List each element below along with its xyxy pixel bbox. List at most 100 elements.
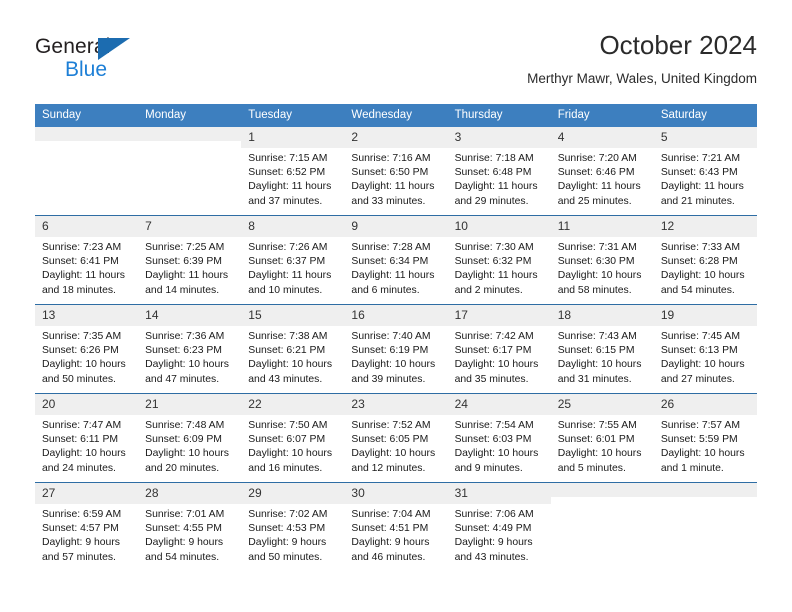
calendar-day-cell[interactable]: 30 Sunrise: 7:04 AM Sunset: 4:51 PM Dayligh… bbox=[344, 482, 448, 571]
calendar-day-cell[interactable]: 20 Sunrise: 7:47 AM Sunset: 6:11 PM Dayligh… bbox=[35, 393, 139, 483]
calendar-day-cell[interactable]: 8 Sunrise: 7:26 AM Sunset: 6:37 PM Daylight… bbox=[241, 215, 345, 305]
calendar-day-cell[interactable]: 25 Sunrise: 7:55 AM Sunset: 6:01 PM Dayligh… bbox=[550, 393, 654, 483]
calendar-day-cell[interactable]: 26 Sunrise: 7:57 AM Sunset: 5:59 PM Dayligh… bbox=[653, 393, 757, 483]
calendar-empty-cell bbox=[138, 127, 242, 216]
day-detail-line: Sunset: 6:37 PM bbox=[248, 256, 326, 268]
day-detail-line: Daylight: 9 hours bbox=[42, 537, 120, 549]
calendar-day-cell[interactable]: 18 Sunrise: 7:43 AM Sunset: 6:15 PM Dayligh… bbox=[550, 304, 654, 394]
calendar-day-cell[interactable]: 22 Sunrise: 7:50 AM Sunset: 6:07 PM Dayligh… bbox=[241, 393, 345, 483]
day-detail-line: Daylight: 10 hours bbox=[248, 359, 333, 371]
calendar-week-row: 27 Sunrise: 6:59 AM Sunset: 4:57 PM Dayligh… bbox=[35, 482, 757, 571]
calendar-day-cell[interactable]: 2 Sunrise: 7:16 AM Sunset: 6:50 PM Daylight… bbox=[344, 127, 448, 216]
calendar-day-cell[interactable]: 3 Sunrise: 7:18 AM Sunset: 6:48 PM Daylight… bbox=[447, 127, 551, 216]
calendar-day-cell[interactable]: 6 Sunrise: 7:23 AM Sunset: 6:41 PM Daylight… bbox=[35, 215, 139, 305]
calendar-empty-cell bbox=[653, 482, 757, 571]
day-detail-line: and 47 minutes. bbox=[145, 373, 220, 385]
day-detail-line: Sunset: 6:01 PM bbox=[557, 434, 635, 446]
calendar-day-cell[interactable]: 9 Sunrise: 7:28 AM Sunset: 6:34 PM Daylight… bbox=[344, 215, 448, 305]
day-detail-line: Daylight: 10 hours bbox=[660, 448, 745, 460]
day-number: 20 bbox=[35, 394, 139, 415]
day-number: 29 bbox=[241, 483, 345, 504]
weekday-header-tuesday: Tuesday bbox=[241, 104, 345, 127]
day-detail-line: Daylight: 10 hours bbox=[454, 359, 539, 371]
day-detail-line: and 14 minutes. bbox=[145, 284, 220, 296]
day-details: Sunrise: 7:02 AM Sunset: 4:53 PM Daylight:… bbox=[241, 504, 344, 565]
day-number: 28 bbox=[138, 483, 242, 504]
day-number: 7 bbox=[138, 216, 242, 237]
day-detail-line: and 2 minutes. bbox=[454, 284, 523, 296]
calendar-day-cell[interactable]: 16 Sunrise: 7:40 AM Sunset: 6:19 PM Dayligh… bbox=[344, 304, 448, 394]
day-detail-line: Daylight: 11 hours bbox=[42, 270, 125, 282]
calendar-day-cell[interactable]: 21 Sunrise: 7:48 AM Sunset: 6:09 PM Dayligh… bbox=[138, 393, 242, 483]
day-detail-line: Sunset: 6:50 PM bbox=[351, 167, 429, 179]
calendar-empty-cell bbox=[550, 482, 654, 571]
day-detail-line: Daylight: 10 hours bbox=[557, 359, 642, 371]
day-details: Sunrise: 7:50 AM Sunset: 6:07 PM Daylight:… bbox=[241, 415, 344, 476]
day-detail-line: Daylight: 11 hours bbox=[351, 181, 435, 193]
calendar-day-cell[interactable]: 10 Sunrise: 7:30 AM Sunset: 6:32 PM Dayligh… bbox=[447, 215, 551, 305]
day-detail-line: Sunset: 6:09 PM bbox=[145, 434, 222, 446]
day-detail-line: and 43 minutes. bbox=[454, 551, 529, 563]
calendar-day-cell[interactable]: 28 Sunrise: 7:01 AM Sunset: 4:55 PM Dayligh… bbox=[138, 482, 242, 571]
calendar-day-cell[interactable]: 19 Sunrise: 7:45 AM Sunset: 6:13 PM Dayligh… bbox=[653, 304, 757, 394]
day-detail-line: and 37 minutes. bbox=[248, 195, 323, 207]
day-detail-line: Daylight: 10 hours bbox=[145, 448, 229, 460]
day-details: Sunrise: 7:15 AM Sunset: 6:52 PM Daylight:… bbox=[241, 148, 344, 209]
weekday-header-thursday: Thursday bbox=[447, 104, 551, 127]
calendar-day-cell[interactable]: 12 Sunrise: 7:33 AM Sunset: 6:28 PM Dayligh… bbox=[653, 215, 757, 305]
calendar-day-cell[interactable]: 29 Sunrise: 7:02 AM Sunset: 4:53 PM Dayligh… bbox=[241, 482, 345, 571]
day-detail-line: Sunset: 6:07 PM bbox=[248, 434, 326, 446]
page-subtitle: Merthyr Mawr, Wales, United Kingdom bbox=[527, 71, 757, 86]
day-detail-line: Sunrise: 7:15 AM bbox=[248, 153, 328, 164]
day-detail-line: Sunset: 6:26 PM bbox=[42, 345, 119, 357]
calendar-day-cell[interactable]: 13 Sunrise: 7:35 AM Sunset: 6:26 PM Dayligh… bbox=[35, 304, 139, 394]
calendar-day-cell[interactable]: 17 Sunrise: 7:42 AM Sunset: 6:17 PM Dayligh… bbox=[447, 304, 551, 394]
day-details: Sunrise: 6:59 AM Sunset: 4:57 PM Daylight:… bbox=[35, 504, 138, 565]
day-detail-line: Sunset: 6:39 PM bbox=[145, 256, 222, 268]
day-detail-line: Daylight: 11 hours bbox=[557, 181, 641, 193]
day-detail-line: and 10 minutes. bbox=[248, 284, 323, 296]
calendar-day-cell[interactable]: 24 Sunrise: 7:54 AM Sunset: 6:03 PM Dayligh… bbox=[447, 393, 551, 483]
day-number: 25 bbox=[550, 394, 654, 415]
calendar-page: General Blue October 2024 Merthyr Mawr, … bbox=[0, 0, 792, 612]
day-detail-line: Sunset: 6:52 PM bbox=[248, 167, 326, 179]
weekday-header-row: Sunday Monday Tuesday Wednesday Thursday… bbox=[35, 104, 757, 127]
day-detail-line: and 6 minutes. bbox=[351, 284, 420, 296]
day-number: 11 bbox=[550, 216, 654, 237]
calendar-day-cell[interactable]: 23 Sunrise: 7:52 AM Sunset: 6:05 PM Dayligh… bbox=[344, 393, 448, 483]
day-detail-line: and 24 minutes. bbox=[42, 462, 116, 474]
day-detail-line: Sunrise: 7:43 AM bbox=[557, 331, 637, 342]
day-number bbox=[550, 483, 654, 497]
day-details: Sunrise: 7:04 AM Sunset: 4:51 PM Daylight:… bbox=[344, 504, 447, 565]
day-detail-line: Sunset: 6:32 PM bbox=[454, 256, 532, 268]
calendar-day-cell[interactable]: 5 Sunrise: 7:21 AM Sunset: 6:43 PM Daylight… bbox=[653, 127, 757, 216]
day-detail-line: Sunset: 6:48 PM bbox=[454, 167, 532, 179]
calendar-day-cell[interactable]: 4 Sunrise: 7:20 AM Sunset: 6:46 PM Daylight… bbox=[550, 127, 654, 216]
day-detail-line: Sunset: 4:57 PM bbox=[42, 523, 119, 535]
calendar-day-cell[interactable]: 27 Sunrise: 6:59 AM Sunset: 4:57 PM Dayligh… bbox=[35, 482, 139, 571]
day-detail-line: Sunset: 6:34 PM bbox=[351, 256, 429, 268]
weekday-header-monday: Monday bbox=[138, 104, 242, 127]
day-details: Sunrise: 7:06 AM Sunset: 4:49 PM Daylight:… bbox=[448, 504, 551, 565]
day-detail-line: Sunrise: 7:02 AM bbox=[248, 509, 328, 520]
day-details: Sunrise: 7:47 AM Sunset: 6:11 PM Daylight:… bbox=[35, 415, 138, 476]
calendar-day-cell[interactable]: 1 Sunrise: 7:15 AM Sunset: 6:52 PM Daylight… bbox=[241, 127, 345, 216]
day-detail-line: and 27 minutes. bbox=[660, 373, 735, 385]
calendar-day-cell[interactable]: 7 Sunrise: 7:25 AM Sunset: 6:39 PM Daylight… bbox=[138, 215, 242, 305]
calendar-day-cell[interactable]: 15 Sunrise: 7:38 AM Sunset: 6:21 PM Dayligh… bbox=[241, 304, 345, 394]
day-details: Sunrise: 7:16 AM Sunset: 6:50 PM Daylight:… bbox=[344, 148, 447, 209]
weekday-header-friday: Friday bbox=[550, 104, 654, 127]
day-detail-line: Daylight: 11 hours bbox=[248, 181, 332, 193]
day-number: 18 bbox=[550, 305, 654, 326]
calendar-day-cell[interactable]: 31 Sunrise: 7:06 AM Sunset: 4:49 PM Dayligh… bbox=[447, 482, 551, 571]
day-number bbox=[653, 483, 757, 497]
day-details: Sunrise: 7:52 AM Sunset: 6:05 PM Daylight:… bbox=[344, 415, 447, 476]
day-detail-line: Daylight: 11 hours bbox=[145, 270, 229, 282]
day-number: 13 bbox=[35, 305, 139, 326]
calendar-day-cell[interactable]: 14 Sunrise: 7:36 AM Sunset: 6:23 PM Dayligh… bbox=[138, 304, 242, 394]
day-detail-line: Daylight: 10 hours bbox=[454, 448, 539, 460]
day-detail-line: and 12 minutes. bbox=[351, 462, 426, 474]
day-detail-line: Sunrise: 7:25 AM bbox=[145, 242, 225, 253]
calendar-day-cell[interactable]: 11 Sunrise: 7:31 AM Sunset: 6:30 PM Dayligh… bbox=[550, 215, 654, 305]
day-detail-line: Daylight: 11 hours bbox=[454, 270, 538, 282]
